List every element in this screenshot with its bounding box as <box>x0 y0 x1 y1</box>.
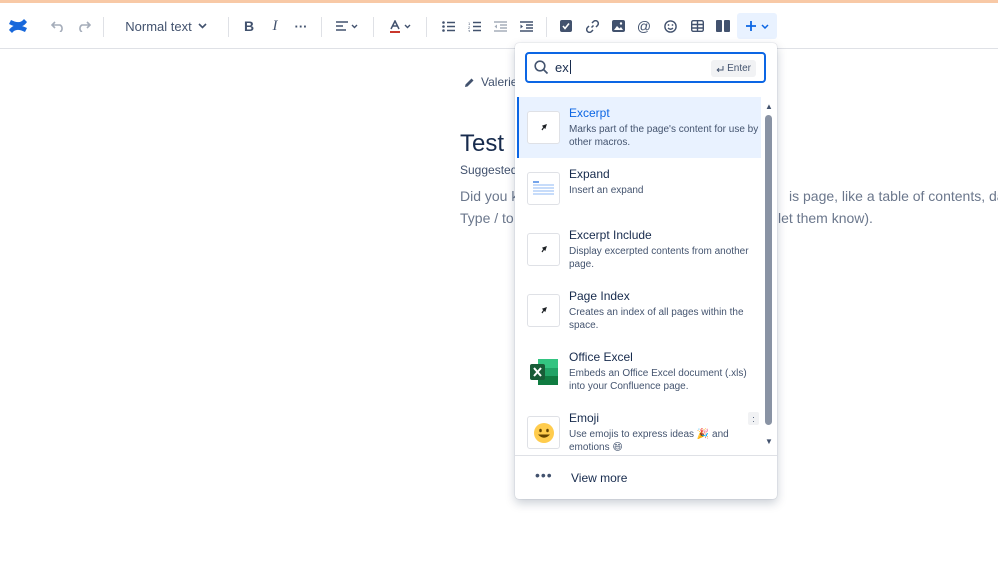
more-formatting-icon[interactable]: ··· <box>291 13 311 39</box>
insert-item-excerpt-include[interactable]: Excerpt Include Display excerpted conten… <box>517 219 761 280</box>
placeholder-line-2-left: Type / to <box>460 210 514 226</box>
layout-icon[interactable] <box>713 13 733 39</box>
page-author: Valerie <box>464 75 517 89</box>
insert-menu-dropdown: ex Enter Excerpt Marks part of the page'… <box>515 43 777 499</box>
text-style-dropdown[interactable]: Normal text <box>118 13 214 39</box>
insert-plus-button[interactable] <box>737 13 777 39</box>
italic-icon[interactable]: I <box>265 13 285 39</box>
scroll-down-arrow[interactable]: ▼ <box>765 437 773 446</box>
scroll-up-arrow[interactable]: ▲ <box>765 102 773 111</box>
text-style-label: Normal text <box>125 18 192 34</box>
insert-item-emoji[interactable]: Emoji Use emojis to express ideas 🎉 and … <box>517 402 761 455</box>
emoji-icon[interactable] <box>660 13 680 39</box>
indent-icon[interactable] <box>516 13 536 39</box>
insert-item-expand[interactable]: Expand Insert an expand <box>517 158 761 219</box>
chevron-down-icon <box>198 23 207 29</box>
page-title[interactable]: Test <box>460 130 504 158</box>
view-more-row[interactable]: ••• View more <box>515 455 777 499</box>
insert-results-list: Excerpt Marks part of the page's content… <box>515 96 763 455</box>
toolbar-divider <box>228 17 229 37</box>
confluence-logo-icon[interactable] <box>6 13 30 39</box>
enter-label: Enter <box>727 63 751 74</box>
table-icon[interactable] <box>687 13 707 39</box>
toolbar-divider <box>103 17 104 37</box>
svg-text:3: 3 <box>468 28 471 32</box>
placeholder-line-1-left: Did you k <box>460 188 519 204</box>
item-name: Excerpt Include <box>569 228 652 242</box>
link-icon[interactable] <box>582 13 602 39</box>
item-description: Embeds an Office Excel document (.xls) i… <box>569 368 747 392</box>
placeholder-line-2-right: let them know). <box>778 210 873 226</box>
emoji-icon <box>527 416 560 449</box>
macro-icon <box>527 233 560 266</box>
align-icon[interactable] <box>334 13 360 39</box>
item-description: Creates an index of all pages within the… <box>569 307 744 331</box>
macro-icon <box>527 294 560 327</box>
enter-hint: Enter <box>711 60 756 77</box>
insert-search-input[interactable]: ex Enter <box>525 52 766 83</box>
editor-toolbar: Normal text B I ··· 123 @ <box>0 3 998 49</box>
toolbar-divider <box>546 17 547 37</box>
numbered-list-icon[interactable]: 123 <box>464 13 484 39</box>
toolbar-divider <box>373 17 374 37</box>
redo-icon[interactable] <box>74 13 94 39</box>
enter-key-icon <box>716 65 724 72</box>
insert-item-excerpt[interactable]: Excerpt Marks part of the page's content… <box>517 97 761 158</box>
item-description: Insert an expand <box>569 185 644 196</box>
view-more-label: View more <box>571 471 628 485</box>
item-name: Excerpt <box>569 106 610 120</box>
task-icon[interactable] <box>556 13 576 39</box>
mention-icon[interactable]: @ <box>634 13 654 39</box>
insert-plus-icon <box>746 21 756 31</box>
item-description: Use emojis to express ideas 🎉 and emotio… <box>569 429 729 453</box>
image-icon[interactable] <box>608 13 628 39</box>
author-name: Valerie <box>481 75 518 89</box>
item-name: Emoji <box>569 411 600 425</box>
scrollbar-thumb[interactable] <box>765 115 772 425</box>
more-icon: ••• <box>535 467 553 483</box>
macro-icon <box>527 111 560 144</box>
insert-item-office-excel[interactable]: Office Excel Embeds an Office Excel docu… <box>517 341 761 402</box>
text-color-icon[interactable] <box>387 13 413 39</box>
chevron-down-icon <box>761 23 769 29</box>
toolbar-divider <box>321 17 322 37</box>
search-icon <box>534 60 549 75</box>
excel-icon <box>527 355 560 388</box>
shortcut-hint: : <box>748 412 759 425</box>
item-description: Marks part of the page's content for use… <box>569 124 759 148</box>
suggested-label: Suggested <box>460 163 518 177</box>
insert-item-page-index[interactable]: Page Index Creates an index of all pages… <box>517 280 761 341</box>
placeholder-line-1-right: is page, like a table of contents, date,… <box>789 188 998 204</box>
search-value: ex <box>555 60 569 75</box>
pencil-icon <box>465 78 474 87</box>
outdent-icon[interactable] <box>490 13 510 39</box>
undo-icon[interactable] <box>48 13 68 39</box>
item-description: Display excerpted contents from another … <box>569 246 749 270</box>
toolbar-divider <box>426 17 427 37</box>
item-name: Page Index <box>569 289 630 303</box>
item-name: Office Excel <box>569 350 633 364</box>
item-name: Expand <box>569 167 610 181</box>
bullet-list-icon[interactable] <box>438 13 458 39</box>
expand-icon <box>527 172 560 205</box>
bold-icon[interactable]: B <box>239 13 259 39</box>
